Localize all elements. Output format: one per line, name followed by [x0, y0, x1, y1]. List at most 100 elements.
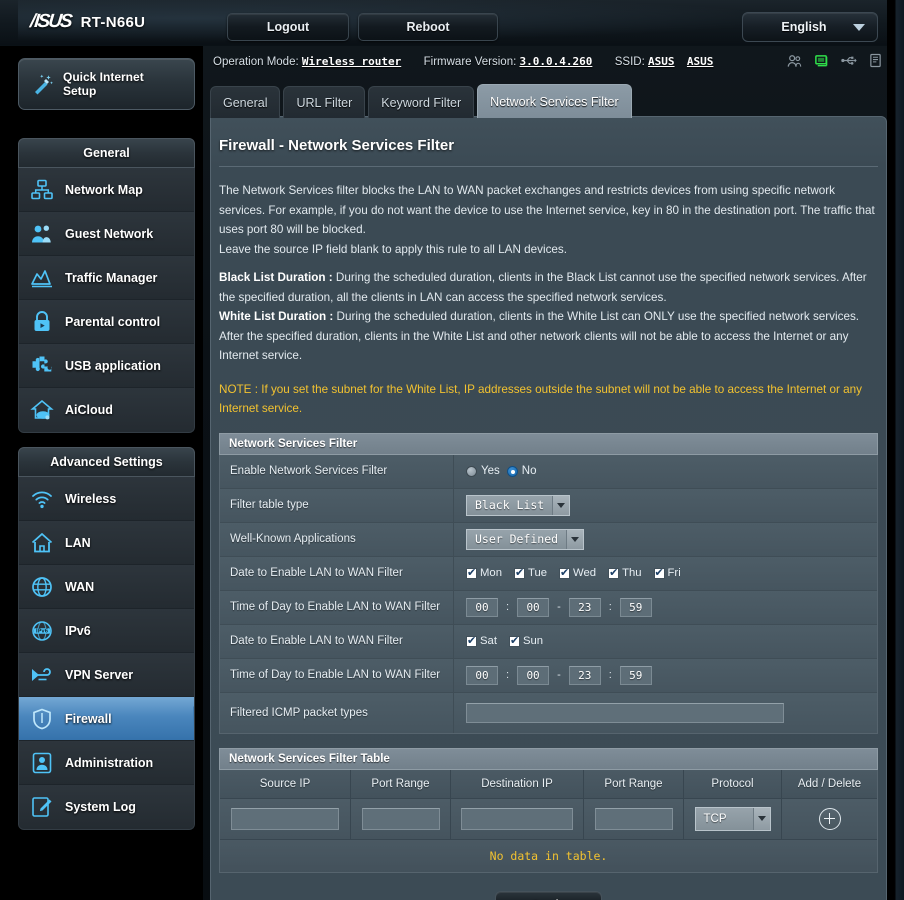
- sidebar-item-network-map[interactable]: Network Map: [19, 168, 194, 212]
- protocol-selected: TCP: [703, 812, 727, 825]
- sidebar-item-label: Traffic Manager: [65, 270, 158, 285]
- reboot-button[interactable]: Reboot: [358, 13, 498, 41]
- radio-yes-label: Yes: [481, 465, 500, 477]
- plus-circle-icon[interactable]: [818, 807, 841, 830]
- icmp-types-label: Filtered ICMP packet types: [220, 692, 454, 733]
- tab-url-filter[interactable]: URL Filter: [283, 86, 366, 118]
- checkbox-fri[interactable]: Fri: [653, 566, 681, 580]
- sidebar-item-label: Administration: [65, 755, 154, 770]
- cell-port-range-1: [351, 798, 451, 839]
- administration-icon: [29, 750, 55, 776]
- time-weekend-value: 00 : 00 - 23 : 59: [454, 659, 877, 692]
- sidebar-item-wireless[interactable]: Wireless: [19, 477, 194, 521]
- magic-wand-icon: [29, 71, 55, 97]
- tab-general[interactable]: General: [210, 86, 281, 118]
- system-log-icon: [29, 794, 55, 820]
- checkbox-thu-label: Thu: [622, 567, 642, 579]
- parental-control-icon: [29, 309, 55, 335]
- router-admin-page: /ISUS RT-N66U Logout Reboot English Oper…: [0, 0, 904, 900]
- checkbox-sun[interactable]: Sun: [508, 634, 544, 648]
- row-enable-filter: Enable Network Services Filter Yes No: [220, 454, 877, 489]
- sidebar-item-aicloud[interactable]: AiCloud: [19, 388, 194, 432]
- logout-button[interactable]: Logout: [227, 13, 349, 41]
- black-list-paragraph: Black List Duration : During the schedul…: [219, 268, 878, 307]
- filter-table-type-selected: Black List: [475, 498, 545, 512]
- checkbox-tue[interactable]: Tue: [513, 566, 548, 580]
- sidebar-item-system-log[interactable]: System Log: [19, 785, 194, 829]
- firewall-icon: [29, 706, 55, 732]
- vpn-server-icon: [29, 662, 55, 688]
- white-list-label: White List Duration :: [219, 310, 334, 323]
- radio-yes[interactable]: Yes: [466, 465, 500, 477]
- column-header-source-ip: Source IP: [220, 769, 351, 798]
- sidebar-item-firewall[interactable]: Firewall: [19, 697, 194, 741]
- checkbox-tue-box: [513, 566, 525, 580]
- checkbox-wed-box: [559, 566, 571, 580]
- white-list-paragraph: White List Duration : During the schedul…: [219, 307, 878, 366]
- filter-section-header: Network Services Filter: [219, 432, 878, 455]
- well-known-apps-value: User Defined: [454, 523, 877, 556]
- checkbox-sun-label: Sun: [522, 635, 544, 647]
- checkbox-mon[interactable]: Mon: [466, 566, 502, 580]
- time1-end-hour-input[interactable]: 23: [568, 597, 601, 617]
- time2-colon-2: :: [608, 669, 612, 681]
- wan-icon: [29, 574, 55, 600]
- quick-internet-setup-button[interactable]: Quick Internet Setup: [18, 58, 195, 110]
- sidebar-general-list: Network Map Guest Network Traffic Manage…: [18, 168, 195, 433]
- sidebar-item-label: IPv6: [65, 623, 91, 638]
- checkbox-tue-label: Tue: [527, 567, 548, 579]
- cell-protocol: TCP: [684, 798, 782, 839]
- time1-start-min-input[interactable]: 00: [517, 597, 550, 617]
- destination-ip-input[interactable]: [461, 807, 573, 830]
- sidebar-item-guest-network[interactable]: Guest Network: [19, 212, 194, 256]
- icmp-types-input[interactable]: [466, 702, 784, 723]
- sidebar: Quick Internet Setup General Network Map…: [0, 46, 203, 900]
- row-time-weekdays: Time of Day to Enable LAN to WAN Filter …: [220, 590, 877, 625]
- chevron-down-icon: [853, 23, 865, 31]
- protocol-select[interactable]: TCP: [694, 806, 771, 831]
- date-weekdays-label: Date to Enable LAN to WAN Filter: [220, 556, 454, 590]
- radio-no[interactable]: No: [506, 465, 536, 477]
- time2-start-min-input[interactable]: 00: [517, 665, 550, 685]
- filter-table-type-select[interactable]: Black List: [466, 494, 571, 516]
- filter-table-header: Network Services Filter Table: [219, 747, 878, 770]
- time1-end-min-input[interactable]: 59: [619, 597, 652, 617]
- chevron-down-icon: [752, 807, 770, 830]
- apply-button[interactable]: Apply: [495, 890, 602, 900]
- tab-network-services-filter[interactable]: Network Services Filter: [477, 84, 632, 118]
- checkbox-mon-box: [466, 566, 477, 580]
- row-well-known-apps: Well-Known Applications User Defined: [220, 522, 877, 557]
- sidebar-item-usb-application[interactable]: USB application: [19, 344, 194, 388]
- checkbox-thu[interactable]: Thu: [608, 566, 642, 580]
- language-selector[interactable]: English: [742, 12, 878, 42]
- sidebar-item-label: AiCloud: [65, 403, 113, 417]
- port-range-1-input[interactable]: [361, 807, 440, 830]
- checkbox-sat[interactable]: Sat: [466, 634, 497, 648]
- sidebar-item-label: USB application: [65, 358, 161, 373]
- sidebar-item-vpn-server[interactable]: VPN Server: [19, 653, 194, 697]
- column-header-protocol: Protocol: [684, 769, 782, 798]
- time1-start-hour-input[interactable]: 00: [466, 597, 498, 617]
- tab-keyword-filter[interactable]: Keyword Filter: [368, 86, 475, 118]
- time2-colon-1: :: [506, 669, 510, 681]
- main-content: General URL Filter Keyword Filter Networ…: [203, 46, 887, 900]
- time2-end-hour-input[interactable]: 23: [568, 665, 601, 685]
- filter-table: Source IP Port Range Destination IP Port…: [219, 769, 878, 873]
- sidebar-item-parental-control[interactable]: Parental control: [19, 300, 194, 344]
- time2-end-min-input[interactable]: 59: [619, 665, 652, 685]
- sidebar-item-traffic-manager[interactable]: Traffic Manager: [19, 256, 194, 300]
- source-ip-input[interactable]: [231, 807, 339, 830]
- sidebar-item-wan[interactable]: WAN: [19, 565, 194, 609]
- desc-paragraph-1: The Network Services filter blocks the L…: [219, 184, 875, 236]
- checkbox-wed[interactable]: Wed: [559, 566, 596, 580]
- time2-start-hour-input[interactable]: 00: [466, 665, 498, 685]
- sidebar-item-ipv6[interactable]: IPv6 IPv6: [19, 609, 194, 653]
- sidebar-item-lan[interactable]: LAN: [19, 521, 194, 565]
- checkbox-fri-label: Fri: [667, 567, 681, 579]
- network-map-icon: [29, 177, 55, 203]
- wireless-icon: [29, 486, 55, 512]
- well-known-apps-select[interactable]: User Defined: [466, 528, 585, 550]
- port-range-2-input[interactable]: [594, 807, 673, 830]
- column-header-add-delete: Add / Delete: [797, 777, 862, 790]
- sidebar-item-administration[interactable]: Administration: [19, 741, 194, 785]
